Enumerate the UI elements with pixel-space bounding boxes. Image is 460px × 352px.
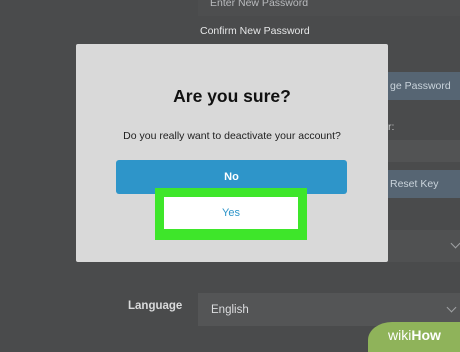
- no-button-label: No: [224, 171, 239, 183]
- reset-key-button[interactable]: Reset Key: [386, 170, 460, 198]
- change-password-label: ge Password: [390, 80, 451, 92]
- dialog-title: Are you sure?: [173, 86, 291, 106]
- yes-button-label: Yes: [222, 207, 240, 219]
- wikihow-watermark: wikiHow: [388, 327, 441, 343]
- partial-field[interactable]: [388, 140, 460, 162]
- dialog-message: Do you really want to deactivate your ac…: [123, 130, 341, 142]
- new-password-placeholder: Enter New Password: [210, 0, 309, 9]
- partial-field-label: r:: [388, 121, 395, 133]
- confirm-password-field[interactable]: Confirm New Password: [198, 16, 460, 46]
- chevron-down-icon: [450, 238, 460, 249]
- reset-key-label: Reset Key: [390, 178, 439, 190]
- yes-button[interactable]: Yes: [164, 197, 298, 229]
- confirm-password-placeholder: Confirm New Password: [200, 25, 310, 37]
- watermark-wiki: wiki: [388, 327, 412, 343]
- settings-dropdown[interactable]: [388, 230, 460, 262]
- confirm-deactivate-dialog: Are you sure? Do you really want to deac…: [76, 44, 388, 262]
- language-value: English: [211, 303, 249, 316]
- change-password-button[interactable]: ge Password: [386, 72, 460, 100]
- chevron-down-icon: [446, 302, 457, 313]
- language-label: Language: [128, 300, 183, 312]
- yes-button-highlight: Yes: [155, 188, 307, 240]
- watermark-how: How: [411, 327, 441, 343]
